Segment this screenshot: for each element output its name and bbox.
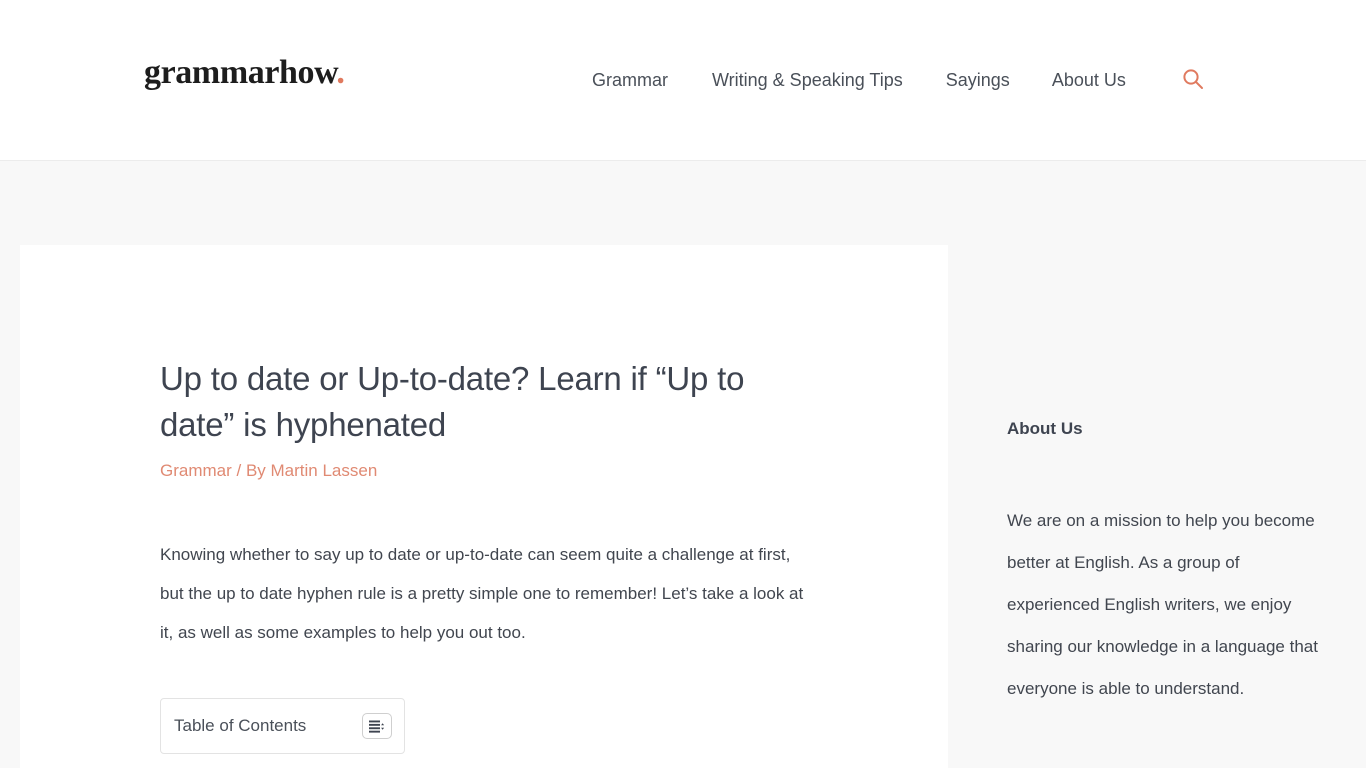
site-logo[interactable]: grammarhow. <box>144 56 345 90</box>
byline: Grammar / By Martin Lassen <box>160 459 948 483</box>
article: Up to date or Up-to-date? Learn if “Up t… <box>20 356 948 754</box>
table-of-contents-box: Table of Contents <box>160 698 405 754</box>
byline-author-prefix: By <box>245 461 271 480</box>
search-icon[interactable] <box>1182 68 1204 90</box>
sidebar-about-text: We are on a mission to help you become b… <box>1007 511 1318 698</box>
article-paragraph: Knowing whether to say up to date or up-… <box>160 545 804 642</box>
nav-item-about-us[interactable]: About Us <box>1052 69 1126 91</box>
table-of-contents-title: Table of Contents <box>174 716 307 735</box>
nav-item-grammar[interactable]: Grammar <box>592 69 668 91</box>
nav-item-writing-speaking-tips[interactable]: Writing & Speaking Tips <box>712 69 903 91</box>
byline-author-link[interactable]: Martin Lassen <box>271 461 378 480</box>
site-logo-dot: . <box>336 54 345 91</box>
page-title: Up to date or Up-to-date? Learn if “Up t… <box>160 360 745 443</box>
byline-category-link[interactable]: Grammar <box>160 461 232 480</box>
nav-item-sayings[interactable]: Sayings <box>946 69 1010 91</box>
sidebar-widget-about: About Us We are on a mission to help you… <box>1007 417 1347 710</box>
site-header: grammarhow. Grammar Writing & Speaking T… <box>0 0 1366 161</box>
main-navigation: Grammar Writing & Speaking Tips Sayings … <box>592 69 1204 91</box>
byline-separator: / <box>231 461 246 480</box>
page-body: Up to date or Up-to-date? Learn if “Up t… <box>0 161 1366 768</box>
sidebar: About Us We are on a mission to help you… <box>1007 245 1347 768</box>
list-toggle-icon[interactable] <box>362 713 392 739</box>
sidebar-about-title: About Us <box>1007 419 1083 438</box>
article-card: Up to date or Up-to-date? Learn if “Up t… <box>20 245 948 768</box>
site-logo-text: grammarhow <box>144 54 337 91</box>
